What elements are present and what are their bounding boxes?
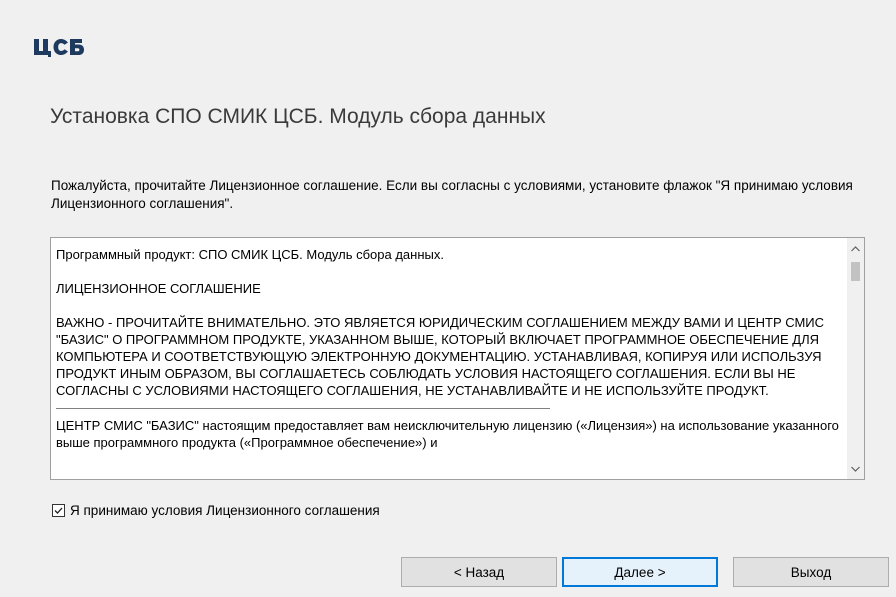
checkmark-icon xyxy=(54,507,63,514)
accept-checkbox-row[interactable]: Я принимаю условия Лицензионного соглаше… xyxy=(52,503,380,518)
back-button[interactable]: < Назад xyxy=(401,557,557,587)
accept-checkbox[interactable] xyxy=(52,504,65,517)
scroll-thumb[interactable] xyxy=(851,262,860,281)
license-product-line: Программный продукт: СПО СМИК ЦСБ. Модул… xyxy=(56,247,444,262)
license-grant: ЦЕНТР СМИС "БАЗИС" настоящим предоставля… xyxy=(56,418,839,450)
logo-icon xyxy=(34,35,102,57)
scroll-down-icon[interactable] xyxy=(847,460,864,477)
intro-text: Пожалуйста, прочитайте Лицензионное согл… xyxy=(51,178,853,211)
page-title: Установка СПО СМИК ЦСБ. Модуль сбора дан… xyxy=(50,105,546,128)
accept-label[interactable]: Я принимаю условия Лицензионного соглаше… xyxy=(70,503,380,518)
scroll-up-icon[interactable] xyxy=(847,240,864,257)
exit-button[interactable]: Выход xyxy=(733,557,889,587)
license-divider xyxy=(56,408,550,409)
license-textbox[interactable]: Программный продукт: СПО СМИК ЦСБ. Модул… xyxy=(50,237,865,480)
next-button[interactable]: Далее > xyxy=(562,557,718,587)
license-scrollbar[interactable] xyxy=(847,238,864,479)
license-content: Программный продукт: СПО СМИК ЦСБ. Модул… xyxy=(51,238,846,479)
license-important: ВАЖНО - ПРОЧИТАЙТЕ ВНИМАТЕЛЬНО. ЭТО ЯВЛЯ… xyxy=(56,315,825,398)
license-heading: ЛИЦЕНЗИОННОЕ СОГЛАШЕНИЕ xyxy=(56,281,261,296)
